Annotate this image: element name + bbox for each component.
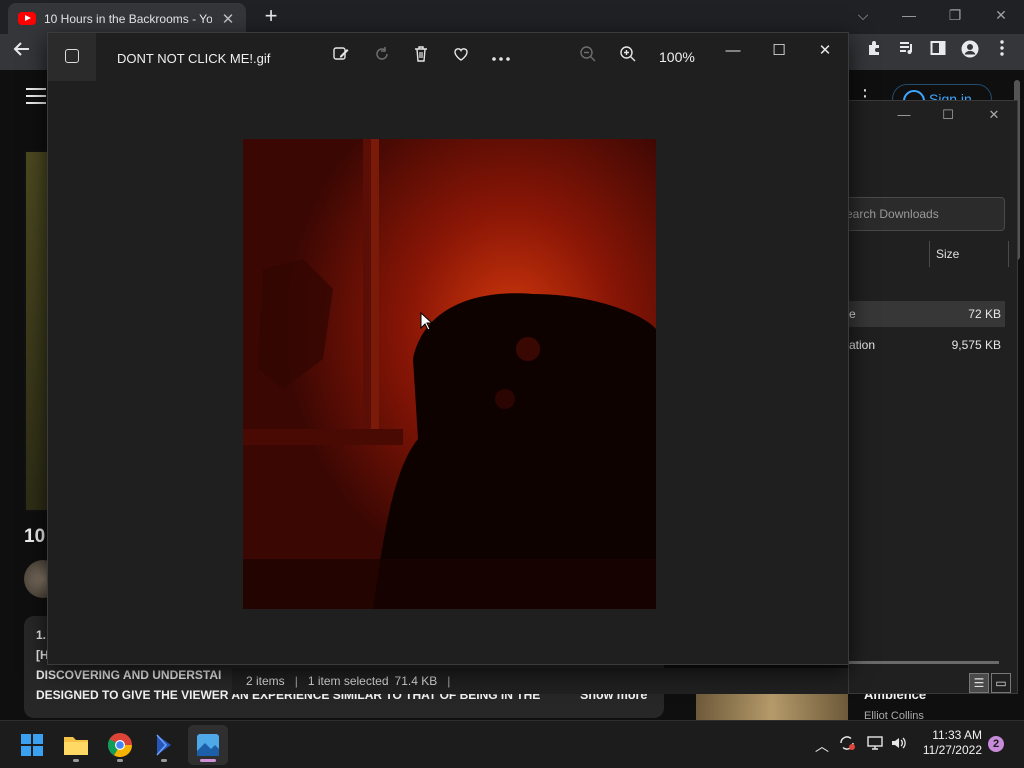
tab-strip: 10 Hours in the Backrooms - YouTube ✕ + … xyxy=(0,0,1024,34)
file-explorer-taskbar-button[interactable] xyxy=(56,725,96,765)
file-size: 72 KB xyxy=(968,307,1001,321)
new-tab-button[interactable]: + xyxy=(258,4,284,30)
system-clock[interactable]: 11:33 AM 11/27/2022 xyxy=(916,728,982,758)
zoom-level[interactable]: 100% xyxy=(659,49,695,65)
file-name: e xyxy=(849,307,856,321)
horizontal-scrollbar[interactable] xyxy=(849,661,999,664)
volume-icon[interactable] xyxy=(890,734,908,755)
start-button[interactable] xyxy=(12,725,52,765)
delete-icon[interactable] xyxy=(408,45,434,69)
photos-minimize-button[interactable]: — xyxy=(720,39,746,63)
file-size: 9,575 KB xyxy=(951,338,1001,352)
photos-viewer-window: DONT NOT CLICK ME!.gif 100% — ☐ ✕ xyxy=(47,32,849,665)
powershell-taskbar-button[interactable] xyxy=(144,725,184,765)
explorer-maximize-button[interactable]: ☐ xyxy=(933,107,963,129)
selection-size: 71.4 KB xyxy=(394,674,438,688)
mouse-cursor-icon xyxy=(420,312,434,331)
clock-time: 11:33 AM xyxy=(932,728,982,742)
rotate-icon[interactable] xyxy=(369,45,395,69)
photos-taskbar-button[interactable] xyxy=(188,725,228,765)
tab-search-button[interactable]: ⌵ xyxy=(840,3,886,29)
related-video-thumbnail[interactable] xyxy=(696,690,848,720)
back-icon[interactable] xyxy=(10,40,34,64)
browser-close-button[interactable]: ✕ xyxy=(978,3,1024,29)
video-title: 10 xyxy=(24,526,46,547)
network-icon[interactable] xyxy=(866,734,884,755)
tiles-view-icon[interactable]: ▭ xyxy=(991,673,1011,693)
photos-close-button[interactable]: ✕ xyxy=(812,39,838,63)
notification-badge[interactable]: 2 xyxy=(988,736,1004,752)
favorite-icon[interactable] xyxy=(448,45,474,69)
dark-red-photo xyxy=(243,139,656,609)
side-panel-icon[interactable] xyxy=(926,40,950,64)
more-options-icon[interactable] xyxy=(488,45,514,69)
browser-minimize-button[interactable]: — xyxy=(886,3,932,29)
clock-date: 11/27/2022 xyxy=(922,743,982,757)
downloads-explorer-window: — ☐ ✕ earch Downloads Size e 72 KB ation… xyxy=(848,100,1018,694)
photos-app-icon xyxy=(48,33,96,81)
explorer-status-bar: 2 items | 1 item selected 71.4 KB | xyxy=(232,668,848,694)
search-downloads-input[interactable]: earch Downloads xyxy=(849,197,1005,231)
tab-youtube[interactable]: 10 Hours in the Backrooms - YouTube ✕ xyxy=(8,3,246,34)
show-hidden-icons-icon[interactable]: ︿ xyxy=(815,736,829,756)
update-sync-icon[interactable] xyxy=(838,734,856,755)
file-row[interactable]: ation 9,575 KB xyxy=(849,332,1005,358)
menu-hamburger-icon[interactable] xyxy=(26,88,46,104)
selection-info: 1 item selected xyxy=(307,674,389,688)
gif-image-preview[interactable] xyxy=(243,139,656,609)
tab-close-icon[interactable]: ✕ xyxy=(220,10,236,28)
browser-restore-button[interactable]: ❐ xyxy=(932,3,978,29)
tab-title: 10 Hours in the Backrooms - YouTube xyxy=(44,11,212,26)
details-view-icon[interactable]: ☰ xyxy=(969,673,989,693)
explorer-close-button[interactable]: ✕ xyxy=(979,107,1009,129)
file-name-title: DONT NOT CLICK ME!.gif xyxy=(117,51,271,66)
youtube-icon xyxy=(18,12,36,25)
zoom-in-icon[interactable] xyxy=(615,45,641,69)
column-header-size[interactable]: Size xyxy=(929,241,1009,267)
photos-maximize-button[interactable]: ☐ xyxy=(766,39,792,63)
file-row[interactable]: e 72 KB xyxy=(849,301,1005,327)
file-name: ation xyxy=(849,338,876,352)
description-line: 1. xyxy=(36,628,47,642)
chrome-taskbar-button[interactable] xyxy=(100,725,140,765)
windows-logo-icon xyxy=(21,734,43,756)
extensions-icon[interactable] xyxy=(862,40,886,64)
edit-image-icon[interactable] xyxy=(328,45,354,69)
chrome-menu-icon[interactable] xyxy=(990,40,1014,64)
zoom-out-icon[interactable] xyxy=(575,45,601,69)
item-count: 2 items xyxy=(246,674,285,688)
description-line: DISCOVERING AND UNDERSTAI xyxy=(36,668,222,682)
explorer-minimize-button[interactable]: — xyxy=(889,107,919,129)
profile-icon[interactable] xyxy=(958,40,982,64)
media-icon[interactable] xyxy=(894,40,918,64)
